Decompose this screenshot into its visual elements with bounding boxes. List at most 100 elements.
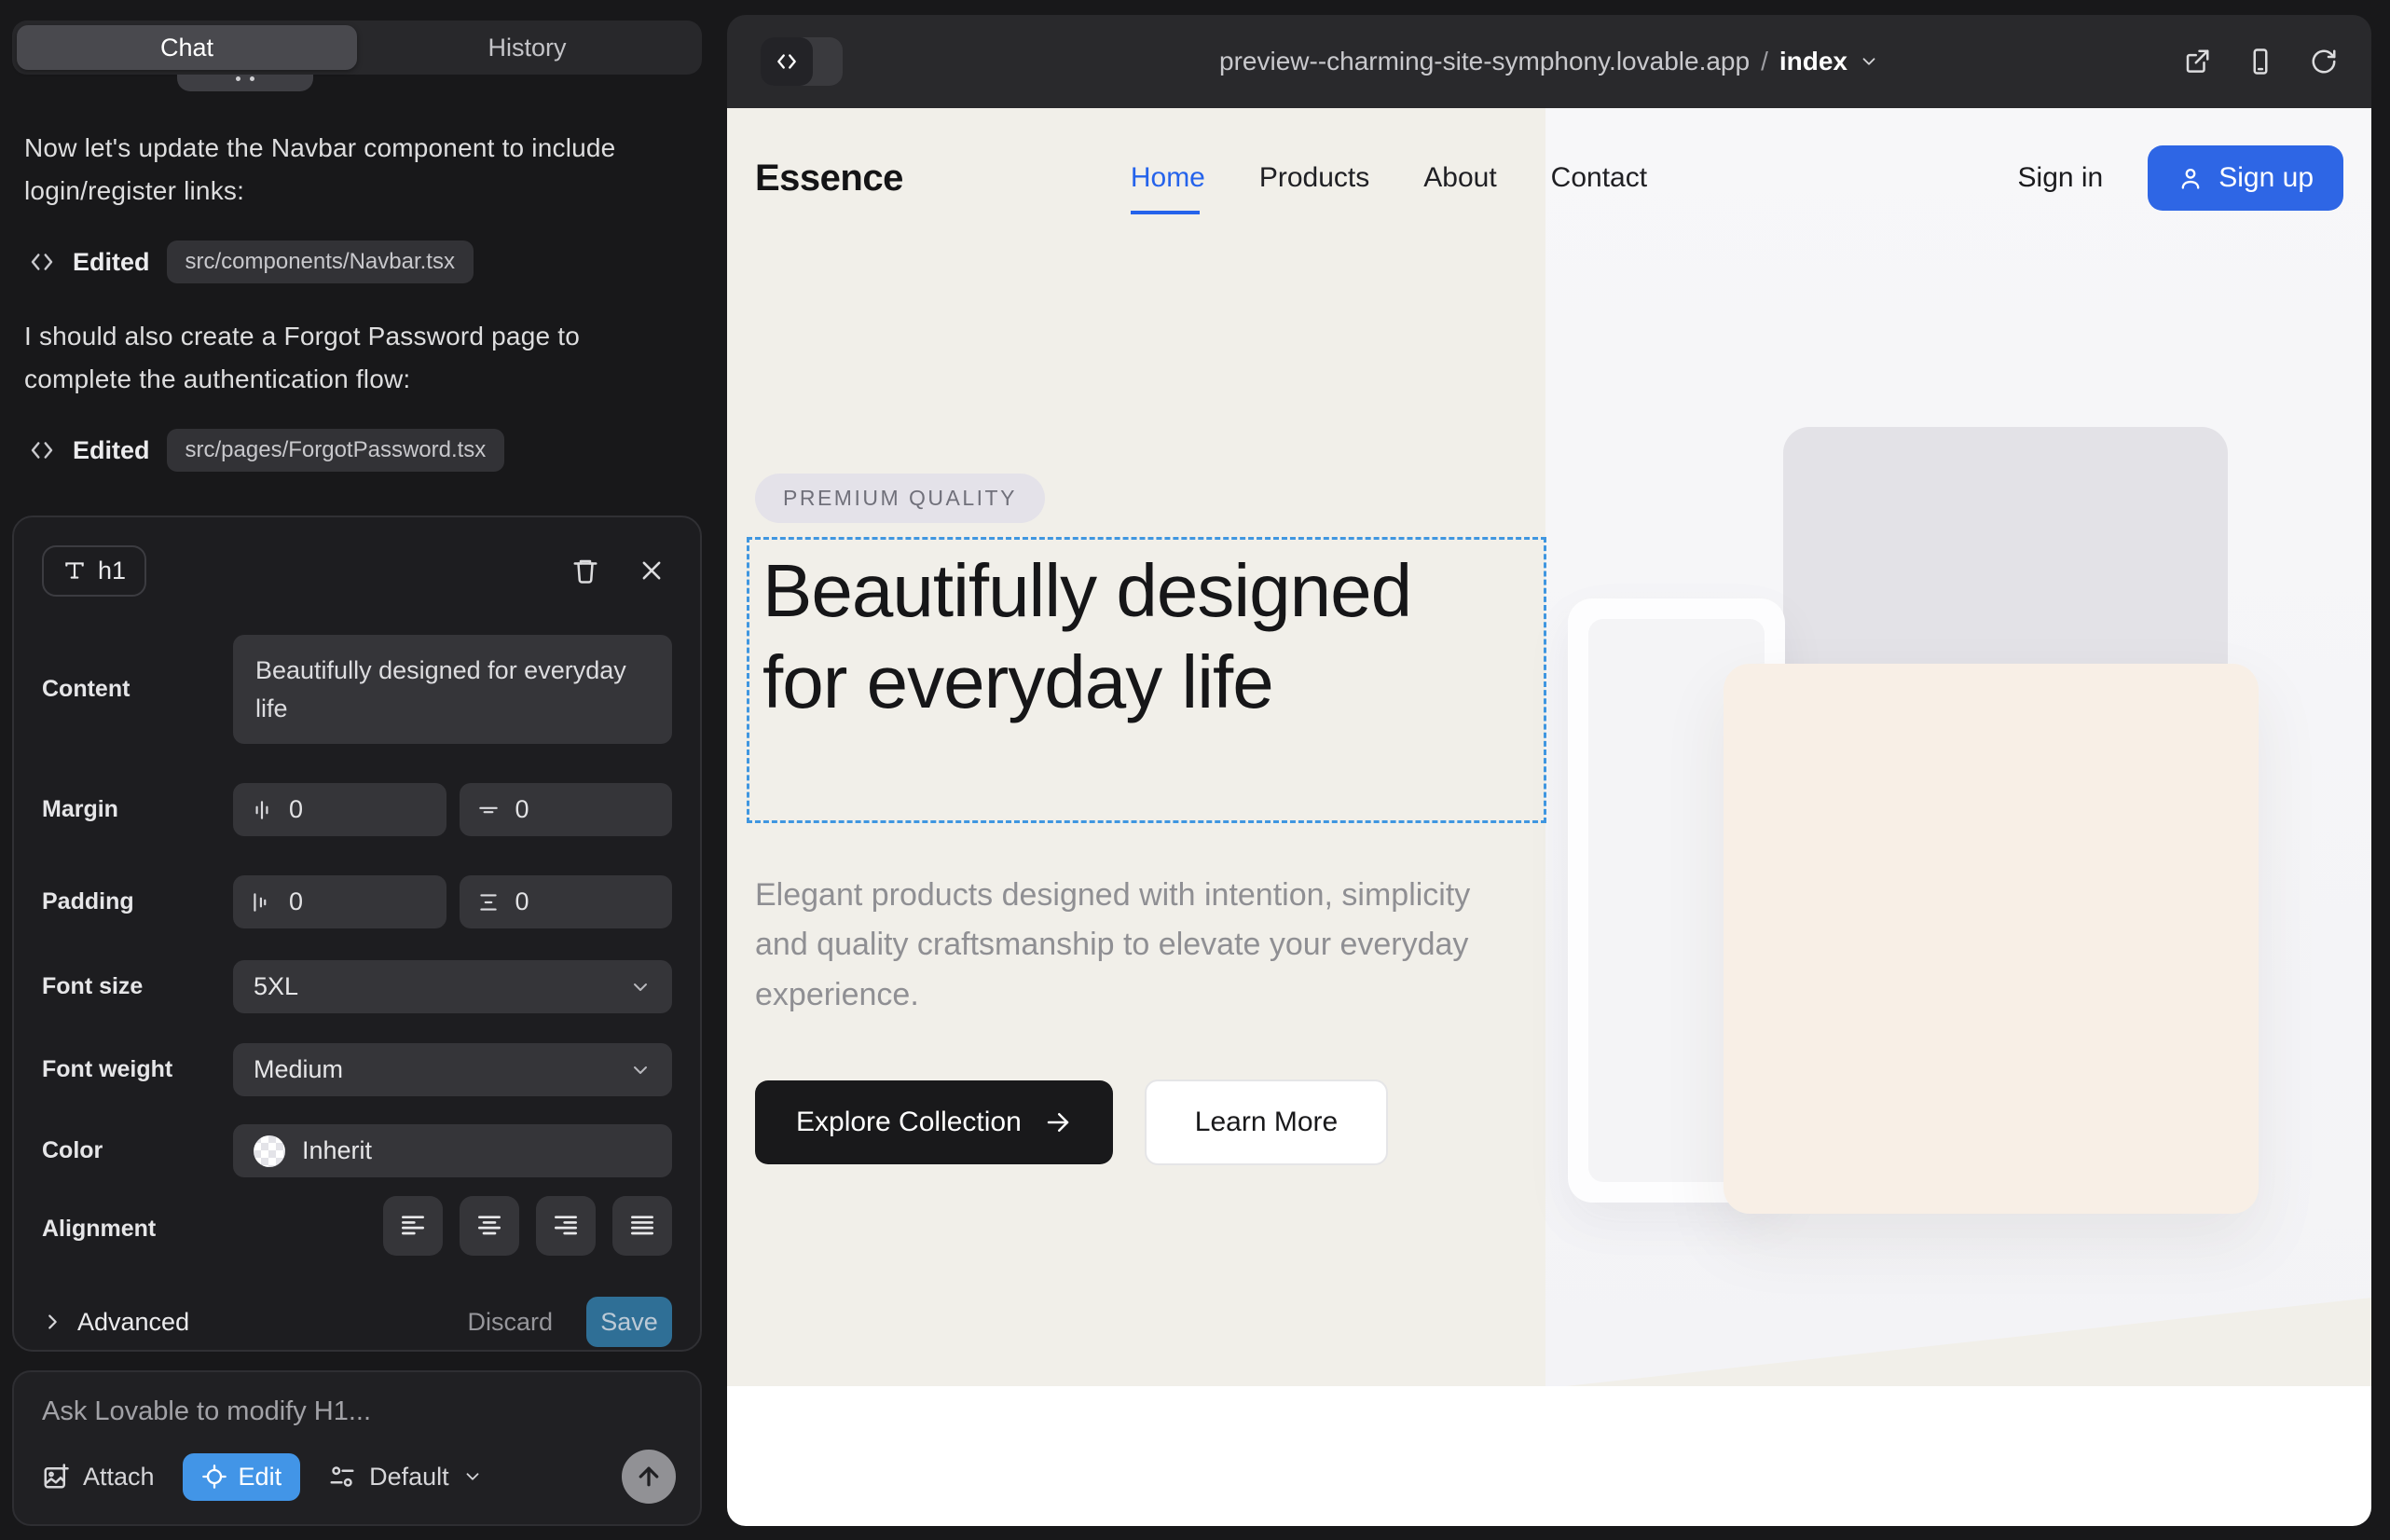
- font-size-select[interactable]: 5XL: [233, 960, 672, 1013]
- learn-more-button[interactable]: Learn More: [1145, 1079, 1388, 1165]
- tab-history[interactable]: History: [357, 25, 697, 70]
- padding-x-input[interactable]: 0: [233, 875, 446, 928]
- sign-up-button[interactable]: Sign up: [2148, 145, 2343, 211]
- padding-x-value: 0: [289, 887, 303, 916]
- code-icon: [761, 37, 813, 86]
- explore-collection-label: Explore Collection: [796, 1107, 1022, 1138]
- font-size-label: Font size: [42, 973, 233, 1000]
- padding-y-input[interactable]: 0: [460, 875, 673, 928]
- align-justify-button[interactable]: [612, 1196, 672, 1256]
- font-size-value: 5XL: [254, 972, 298, 1001]
- nav-link-home[interactable]: Home: [1131, 162, 1205, 194]
- editor-header: h1: [42, 542, 672, 599]
- margin-x-input[interactable]: 0: [233, 783, 446, 836]
- margin-horizontal-icon: [250, 798, 274, 822]
- margin-label: Margin: [42, 796, 233, 823]
- url-separator: /: [1761, 47, 1768, 76]
- color-label: Color: [42, 1137, 233, 1164]
- open-in-new-tab-button[interactable]: [2183, 48, 2211, 76]
- margin-y-input[interactable]: 0: [460, 783, 673, 836]
- rendered-site: Essence Home Products About Contact Sign…: [727, 108, 2371, 1526]
- close-icon: [639, 557, 665, 584]
- site-navbar: Essence Home Products About Contact Sign…: [727, 108, 2371, 248]
- send-button[interactable]: [622, 1450, 676, 1504]
- selected-element-chip: h1: [42, 545, 146, 597]
- arrow-up-icon: [635, 1463, 663, 1491]
- settings-sliders-icon: [328, 1463, 356, 1491]
- mobile-view-button[interactable]: [2246, 48, 2274, 76]
- font-weight-select[interactable]: Medium: [233, 1043, 672, 1096]
- margin-y-value: 0: [515, 795, 529, 824]
- edit-label: Edit: [239, 1463, 282, 1492]
- margin-x-value: 0: [289, 795, 303, 824]
- code-preview-toggle[interactable]: [761, 37, 843, 86]
- attach-label: Attach: [83, 1463, 155, 1492]
- align-center-button[interactable]: [460, 1196, 519, 1256]
- element-editor-panel: h1 Content Beautifully designed for ever…: [12, 516, 702, 1352]
- selected-element-outline[interactable]: Beautifully designed for everyday life: [747, 537, 1546, 823]
- align-right-icon: [551, 1211, 581, 1241]
- chat-history-tabbar: Chat History: [12, 21, 702, 75]
- refresh-icon: [2310, 48, 2338, 76]
- preview-page-name: index: [1779, 47, 1847, 76]
- chevron-down-icon: [462, 1466, 483, 1487]
- edited-file-chip[interactable]: src/components/Navbar.tsx: [167, 241, 474, 283]
- tab-chat[interactable]: Chat: [17, 25, 357, 70]
- color-swatch: [254, 1135, 285, 1167]
- sign-up-label: Sign up: [2218, 162, 2314, 194]
- element-tag: h1: [98, 557, 126, 585]
- premium-quality-badge: PREMIUM QUALITY: [755, 474, 1045, 523]
- content-textarea[interactable]: Beautifully designed for everyday life: [233, 635, 672, 744]
- align-justify-icon: [627, 1211, 657, 1241]
- explore-collection-button[interactable]: Explore Collection: [755, 1080, 1113, 1164]
- code-icon: [28, 248, 56, 276]
- attach-button[interactable]: Attach: [42, 1463, 155, 1492]
- padding-horizontal-icon: [250, 890, 274, 914]
- refresh-button[interactable]: [2310, 48, 2338, 76]
- advanced-toggle[interactable]: Advanced: [42, 1308, 189, 1337]
- nav-link-products[interactable]: Products: [1259, 162, 1369, 194]
- composer-input[interactable]: Ask Lovable to modify H1...: [42, 1396, 672, 1427]
- nav-link-contact[interactable]: Contact: [1551, 162, 1647, 194]
- edited-file-chip[interactable]: src/pages/ForgotPassword.tsx: [167, 429, 505, 472]
- preview-url: preview--charming-site-symphony.lovable.…: [1219, 47, 1750, 76]
- site-nav-links: Home Products About Contact: [1131, 162, 1647, 194]
- nav-link-about[interactable]: About: [1423, 162, 1496, 194]
- color-select[interactable]: Inherit: [233, 1124, 672, 1177]
- margin-vertical-icon: [476, 798, 501, 822]
- close-panel-button[interactable]: [639, 557, 665, 584]
- code-icon: [28, 436, 56, 464]
- image-plus-icon: [42, 1463, 70, 1491]
- chevron-down-icon: [629, 1059, 652, 1081]
- smartphone-icon: [2246, 48, 2274, 76]
- trash-icon: [571, 557, 599, 584]
- edited-label: Edited: [73, 436, 150, 465]
- advanced-label: Advanced: [77, 1308, 189, 1337]
- chevron-right-icon: [42, 1312, 62, 1332]
- align-center-icon: [474, 1211, 504, 1241]
- preview-url-dropdown[interactable]: preview--charming-site-symphony.lovable.…: [1219, 47, 1879, 76]
- font-weight-label: Font weight: [42, 1056, 233, 1083]
- site-logo[interactable]: Essence: [755, 158, 903, 199]
- align-right-button[interactable]: [536, 1196, 596, 1256]
- chevron-down-icon: [1859, 51, 1879, 72]
- edit-mode-button[interactable]: Edit: [183, 1453, 301, 1501]
- assistant-message: I should also create a Forgot Password p…: [24, 315, 686, 402]
- user-icon: [2177, 165, 2204, 191]
- edited-label: Edited: [73, 248, 150, 277]
- edited-file-row: Edited src/pages/ForgotPassword.tsx: [28, 429, 504, 472]
- decor-card-cream: [1724, 664, 2259, 1214]
- default-label: Default: [369, 1463, 449, 1492]
- discard-button[interactable]: Discard: [467, 1308, 553, 1337]
- hero-description: Elegant products designed with intention…: [755, 871, 1501, 1020]
- sign-in-button[interactable]: Sign in: [2018, 162, 2104, 194]
- font-weight-value: Medium: [254, 1055, 343, 1084]
- type-icon: [62, 558, 87, 583]
- edited-file-row: Edited src/components/Navbar.tsx: [28, 241, 474, 283]
- delete-element-button[interactable]: [571, 557, 599, 584]
- save-button[interactable]: Save: [586, 1297, 672, 1347]
- default-mode-button[interactable]: Default: [328, 1463, 483, 1492]
- padding-y-value: 0: [515, 887, 529, 916]
- chat-sidebar: Chat History Now let's update the Navbar…: [0, 0, 725, 1540]
- align-left-button[interactable]: [383, 1196, 443, 1256]
